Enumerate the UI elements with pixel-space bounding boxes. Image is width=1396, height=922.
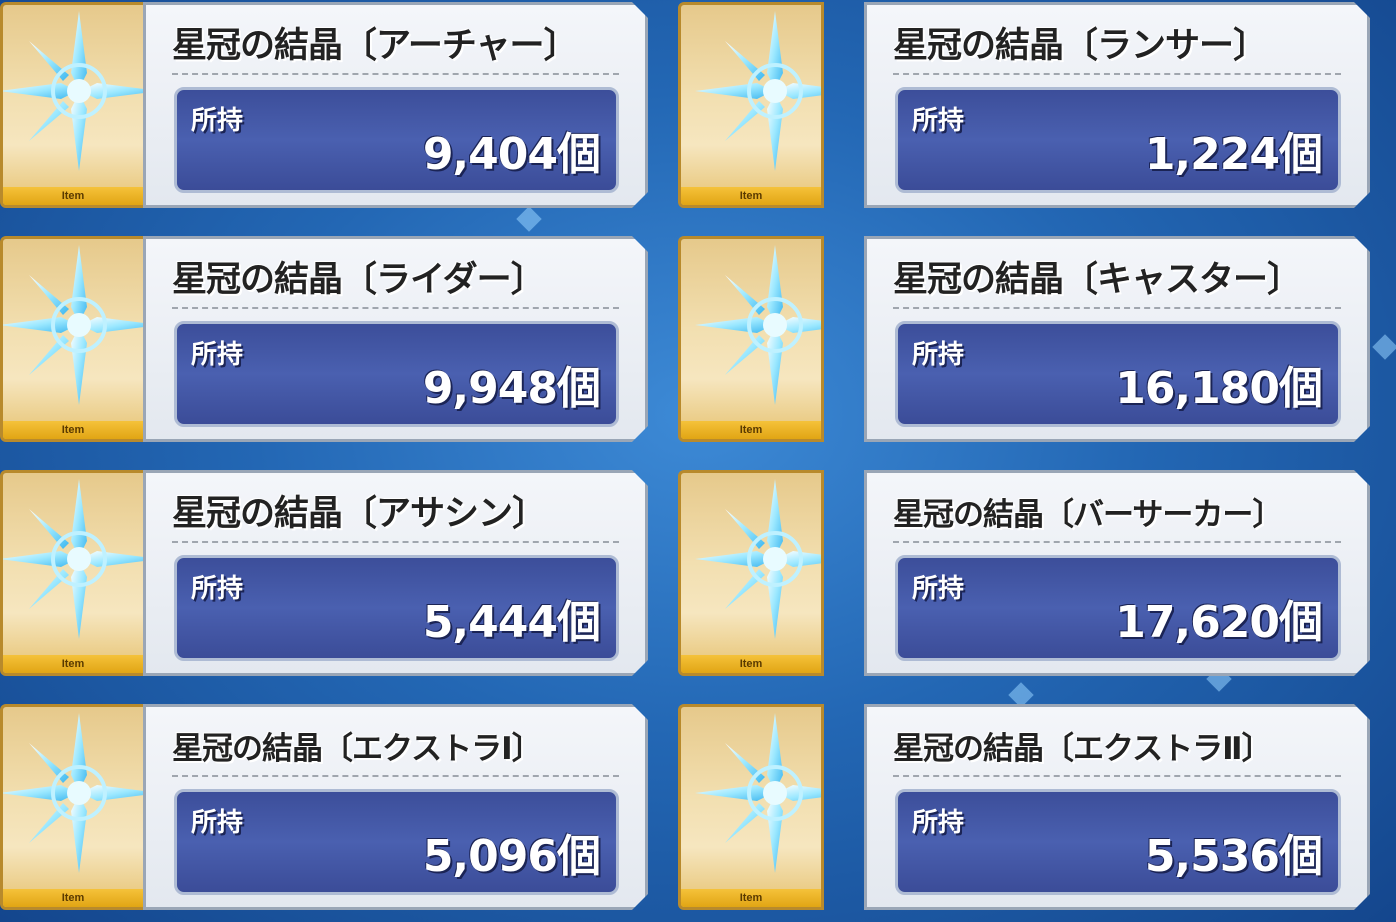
owned-label: 所持 — [912, 106, 965, 136]
item-name: 星冠の結晶〔アーチャー〕 — [172, 26, 578, 66]
divider — [893, 541, 1341, 543]
item-info-panel: 星冠の結晶〔バーサーカー〕 所持 17,620個 — [864, 470, 1370, 676]
item-thumbnail[interactable]: Item — [678, 2, 824, 208]
item-tag: Item — [3, 655, 143, 673]
item-thumbnail[interactable]: Item — [0, 2, 146, 208]
item-thumbnail[interactable]: Item — [0, 236, 146, 442]
item-tag: Item — [3, 187, 143, 205]
owned-count-bar: 所持 1,224個 — [895, 87, 1341, 193]
item-tag: Item — [681, 655, 821, 673]
owned-label: 所持 — [191, 808, 244, 838]
extra-one-crystal-icon — [3, 713, 143, 875]
item-info-panel: 星冠の結晶〔エクストラⅠ〕 所持 5,096個 — [143, 704, 648, 910]
item-name: 星冠の結晶〔ライダー〕 — [172, 260, 545, 300]
divider — [172, 73, 619, 75]
item-thumbnail[interactable]: Item — [0, 470, 146, 676]
owned-count: 5,096個 — [422, 831, 600, 882]
extra-two-crystal-icon — [695, 713, 821, 875]
owned-label: 所持 — [912, 808, 965, 838]
divider — [172, 541, 619, 543]
owned-label: 所持 — [191, 106, 244, 136]
item-tag: Item — [681, 187, 821, 205]
item-info-panel: 星冠の結晶〔アーチャー〕 所持 9,404個 — [143, 2, 648, 208]
assassin-skull-crystal-icon — [3, 479, 143, 641]
owned-count-bar: 所持 5,536個 — [895, 789, 1341, 895]
owned-count-bar: 所持 9,404個 — [174, 87, 619, 193]
owned-count-bar: 所持 9,948個 — [174, 321, 619, 427]
item-thumbnail[interactable]: Item — [678, 470, 824, 676]
owned-label: 所持 — [191, 574, 244, 604]
item-tag: Item — [3, 889, 143, 907]
owned-label: 所持 — [191, 340, 244, 370]
background-diamond — [1372, 334, 1396, 360]
owned-count: 9,948個 — [422, 363, 600, 414]
archer-bow-crystal-icon — [3, 11, 143, 173]
item-thumbnail[interactable]: Item — [678, 704, 824, 910]
background-diamond — [516, 206, 542, 232]
owned-count: 1,224個 — [1144, 129, 1322, 180]
item-card-extra-1[interactable]: Item 星冠の結晶〔エクストラⅠ〕 所持 5,096個 — [0, 704, 650, 910]
owned-count-bar: 所持 5,096個 — [174, 789, 619, 895]
lancer-spear-crystal-icon — [695, 11, 821, 173]
berserker-beast-crystal-icon — [695, 479, 821, 641]
caster-staff-crystal-icon — [695, 245, 821, 407]
item-card-extra-2[interactable]: Item 星冠の結晶〔エクストラⅡ〕 所持 5,536個 — [678, 704, 1370, 910]
rider-dragon-crystal-icon — [3, 245, 143, 407]
item-card-rider[interactable]: Item 星冠の結晶〔ライダー〕 所持 9,948個 — [0, 236, 650, 442]
item-card-archer[interactable]: Item 星冠の結晶〔アーチャー〕 所持 9,404個 — [0, 2, 650, 208]
item-name: 星冠の結晶〔エクストラⅡ〕 — [893, 731, 1272, 767]
item-card-caster[interactable]: Item 星冠の結晶〔キャスター〕 所持 16,180個 — [678, 236, 1370, 442]
item-thumbnail[interactable]: Item — [678, 236, 824, 442]
item-info-panel: 星冠の結晶〔アサシン〕 所持 5,444個 — [143, 470, 648, 676]
owned-label: 所持 — [912, 574, 965, 604]
item-name: 星冠の結晶〔アサシン〕 — [172, 494, 547, 534]
divider — [172, 775, 619, 777]
item-name: 星冠の結晶〔バーサーカー〕 — [893, 497, 1283, 533]
owned-count: 16,180個 — [1115, 363, 1322, 414]
owned-count-bar: 所持 5,444個 — [174, 555, 619, 661]
item-tag: Item — [681, 889, 821, 907]
item-card-berserker[interactable]: Item 星冠の結晶〔バーサーカー〕 所持 17,620個 — [678, 470, 1370, 676]
owned-count-bar: 所持 17,620個 — [895, 555, 1341, 661]
item-info-panel: 星冠の結晶〔ライダー〕 所持 9,948個 — [143, 236, 648, 442]
item-tag: Item — [3, 421, 143, 439]
divider — [893, 73, 1341, 75]
item-info-panel: 星冠の結晶〔キャスター〕 所持 16,180個 — [864, 236, 1370, 442]
item-thumbnail[interactable]: Item — [0, 704, 146, 910]
item-name: 星冠の結晶〔ランサー〕 — [893, 26, 1268, 66]
divider — [893, 307, 1341, 309]
owned-count: 9,404個 — [422, 129, 600, 180]
item-name: 星冠の結晶〔キャスター〕 — [893, 260, 1302, 300]
item-card-lancer[interactable]: Item 星冠の結晶〔ランサー〕 所持 1,224個 — [678, 2, 1370, 208]
owned-count: 17,620個 — [1115, 597, 1322, 648]
item-info-panel: 星冠の結晶〔ランサー〕 所持 1,224個 — [864, 2, 1370, 208]
owned-count: 5,536個 — [1144, 831, 1322, 882]
item-card-assassin[interactable]: Item 星冠の結晶〔アサシン〕 所持 5,444個 — [0, 470, 650, 676]
item-info-panel: 星冠の結晶〔エクストラⅡ〕 所持 5,536個 — [864, 704, 1370, 910]
owned-count-bar: 所持 16,180個 — [895, 321, 1341, 427]
owned-count: 5,444個 — [422, 597, 600, 648]
item-name: 星冠の結晶〔エクストラⅠ〕 — [172, 731, 542, 767]
divider — [172, 307, 619, 309]
divider — [893, 775, 1341, 777]
owned-label: 所持 — [912, 340, 965, 370]
item-tag: Item — [681, 421, 821, 439]
